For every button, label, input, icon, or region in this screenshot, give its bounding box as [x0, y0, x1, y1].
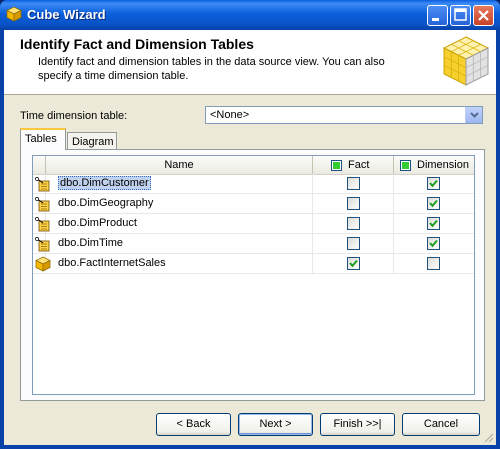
dimension-checkbox[interactable]	[427, 217, 440, 230]
title-bar[interactable]: Cube Wizard	[0, 0, 500, 30]
dimension-cell	[394, 214, 474, 233]
checkmark-icon	[349, 259, 358, 268]
grid-header: Name Fact Dimension	[33, 156, 474, 175]
next-button[interactable]: Next >	[238, 413, 313, 436]
window-title: Cube Wizard	[27, 7, 106, 22]
fact-cell	[313, 174, 394, 193]
dimension-column-label: Dimension	[417, 159, 469, 171]
cube-logo-icon	[442, 36, 490, 86]
resize-grip-icon[interactable]	[482, 431, 494, 443]
table-name-cell[interactable]: dbo.DimGeography	[46, 194, 313, 213]
fact-checkbox[interactable]	[347, 177, 360, 190]
tables-grid: Name Fact Dimension dbo.DimCustomer dbo.D…	[32, 155, 475, 395]
checkmark-icon	[429, 179, 438, 188]
icon-column-header	[33, 156, 46, 174]
fact-column-label: Fact	[348, 159, 370, 171]
table-name: dbo.DimTime	[58, 237, 123, 249]
minimize-button[interactable]	[427, 5, 448, 26]
page-description: Identify fact and dimension tables in th…	[38, 56, 385, 82]
dialog-body: Identify Fact and Dimension Tables Ident…	[4, 30, 496, 445]
table-row[interactable]: dbo.DimGeography	[33, 194, 474, 214]
table-name: dbo.DimGeography	[58, 197, 154, 209]
dimension-checkbox[interactable]	[427, 197, 440, 210]
table-name-cell[interactable]: dbo.DimTime	[46, 234, 313, 253]
row-icon-cell	[33, 254, 51, 273]
table-name-cell[interactable]: dbo.DimCustomer	[46, 174, 313, 193]
dimension-checkbox[interactable]	[427, 237, 440, 250]
wizard-header: Identify Fact and Dimension Tables Ident…	[4, 30, 496, 95]
minimize-icon	[432, 18, 439, 21]
fact-checkbox[interactable]	[347, 217, 360, 230]
row-icon-cell	[33, 214, 50, 233]
chevron-down-icon	[470, 112, 479, 118]
dimension-cell	[394, 254, 474, 273]
dimension-cell	[394, 194, 474, 213]
table-row[interactable]: dbo.DimCustomer	[33, 174, 474, 194]
checkmark-icon	[429, 199, 438, 208]
fact-cell	[313, 254, 394, 273]
table-name: dbo.DimProduct	[58, 217, 137, 229]
cube-icon	[6, 6, 22, 22]
table-row[interactable]: dbo.DimProduct	[33, 214, 474, 234]
close-button[interactable]	[473, 5, 494, 26]
table-name: dbo.FactInternetSales	[58, 257, 166, 269]
dimension-checkbox[interactable]	[427, 257, 440, 270]
dimension-cell	[394, 174, 474, 193]
window-frame-bottom	[0, 445, 500, 449]
fact-checkbox[interactable]	[347, 257, 360, 270]
row-icon-cell	[33, 234, 50, 253]
finish-button[interactable]: Finish >>|	[320, 413, 395, 436]
checkmark-icon	[429, 219, 438, 228]
fact-column-header[interactable]: Fact	[313, 156, 394, 174]
time-dimension-select[interactable]: <None>	[205, 106, 483, 124]
row-icon-cell	[33, 174, 50, 193]
window-frame-right	[496, 30, 500, 449]
name-column-header[interactable]: Name	[46, 156, 313, 174]
dimension-cell	[394, 234, 474, 253]
fact-header-checkbox[interactable]	[331, 159, 342, 171]
cube-wizard-window: Cube Wizard Identify Fact and Dimension …	[0, 0, 500, 449]
maximize-icon	[454, 8, 467, 21]
table-name-cell[interactable]: dbo.FactInternetSales	[46, 254, 313, 273]
dimension-header-checkbox[interactable]	[400, 159, 411, 171]
checkmark-icon	[429, 239, 438, 248]
tab-tables[interactable]: Tables	[20, 128, 66, 150]
back-button[interactable]: < Back	[156, 413, 231, 436]
time-dimension-label: Time dimension table:	[20, 110, 128, 122]
fact-checkbox[interactable]	[347, 237, 360, 250]
tables-tab-panel: Name Fact Dimension dbo.DimCustomer dbo.D…	[20, 149, 485, 401]
dimension-column-header[interactable]: Dimension	[394, 156, 474, 174]
row-icon-cell	[33, 194, 50, 213]
table-name: dbo.DimCustomer	[58, 176, 151, 190]
fact-cell	[313, 214, 394, 233]
table-row[interactable]: dbo.FactInternetSales	[33, 254, 474, 274]
table-row[interactable]: dbo.DimTime	[33, 234, 474, 254]
dropdown-button[interactable]	[465, 107, 482, 123]
table-name-cell[interactable]: dbo.DimProduct	[46, 214, 313, 233]
time-dimension-value: <None>	[210, 109, 250, 121]
maximize-button[interactable]	[450, 5, 471, 26]
page-title: Identify Fact and Dimension Tables	[20, 36, 254, 52]
fact-cell	[313, 234, 394, 253]
fact-checkbox[interactable]	[347, 197, 360, 210]
close-icon	[478, 10, 489, 21]
dimension-checkbox[interactable]	[427, 177, 440, 190]
cancel-button[interactable]: Cancel	[402, 413, 480, 436]
fact-cell	[313, 194, 394, 213]
